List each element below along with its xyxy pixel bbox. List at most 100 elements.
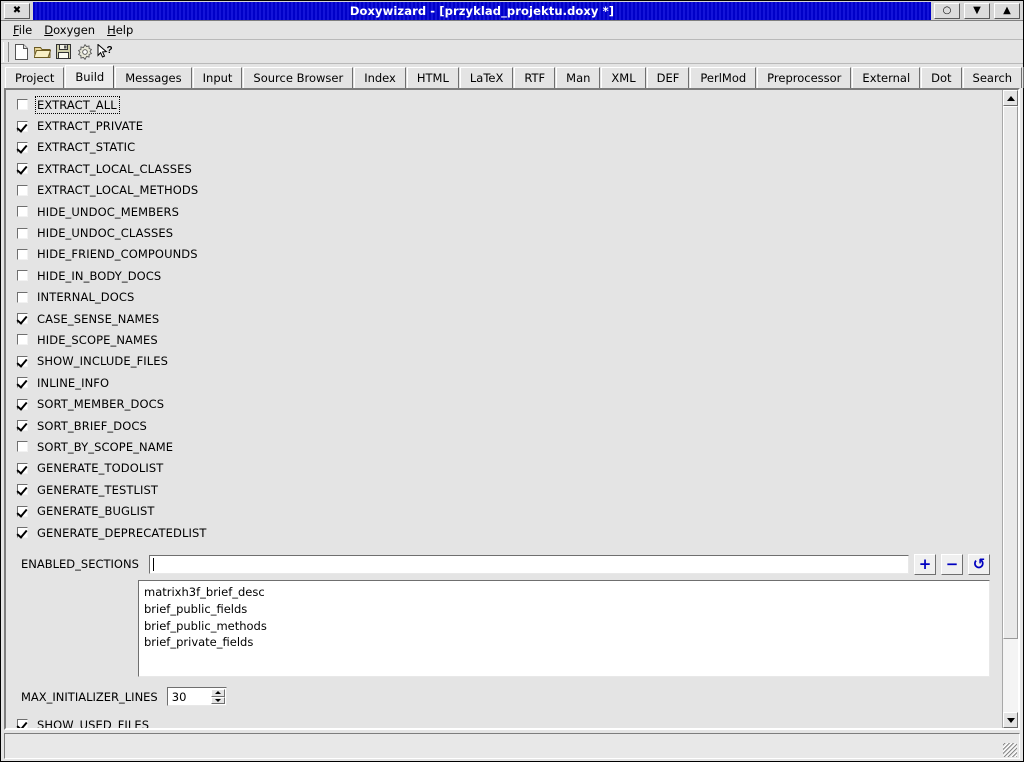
checkbox-show-used-files[interactable] [17, 719, 28, 728]
tab-project[interactable]: Project [5, 67, 65, 88]
list-item[interactable]: brief_public_fields [142, 601, 987, 618]
checkbox-generate-todolist[interactable] [17, 462, 28, 474]
checkbox-row[interactable]: EXTRACT_LOCAL_CLASSES [6, 158, 1002, 179]
checkbox-hide-scope-names[interactable] [17, 334, 28, 346]
vertical-scrollbar[interactable] [1002, 90, 1018, 728]
max-initializer-lines-spinner[interactable]: 30 [166, 687, 227, 707]
window-minimize-button[interactable]: ▼ [964, 2, 990, 19]
tab-rtf[interactable]: RTF [514, 67, 556, 88]
tab-man[interactable]: Man [556, 67, 601, 88]
window-shade-button[interactable]: ○ [934, 2, 960, 19]
tab-input[interactable]: Input [192, 67, 243, 88]
checkbox-sort-member-docs[interactable] [17, 398, 28, 410]
tab-dot[interactable]: Dot [921, 67, 962, 88]
checkbox-row[interactable]: HIDE_IN_BODY_DOCS [6, 265, 1002, 286]
scrollbar-track[interactable] [1003, 106, 1018, 712]
tab-search[interactable]: Search [962, 67, 1023, 88]
checkbox-hide-undoc-classes[interactable] [17, 227, 28, 239]
tab-build[interactable]: Build [65, 65, 115, 88]
tab-bar: Project Build Messages Input Source Brow… [1, 64, 1024, 88]
scroll-up-button[interactable] [1003, 90, 1018, 106]
scroll-down-button[interactable] [1003, 712, 1018, 728]
checkbox-generate-buglist[interactable] [17, 505, 28, 517]
checkbox-hide-friend-compounds[interactable] [17, 248, 28, 260]
checkbox-row[interactable]: EXTRACT_PRIVATE [6, 115, 1002, 136]
tab-messages[interactable]: Messages [115, 67, 192, 88]
checkbox-row[interactable]: GENERATE_BUGLIST [6, 500, 1002, 521]
checkbox-row[interactable]: HIDE_SCOPE_NAMES [6, 329, 1002, 350]
checkbox-hide-undoc-members[interactable] [17, 206, 28, 218]
checkbox-row[interactable]: SHOW_INCLUDE_FILES [6, 351, 1002, 372]
menu-item-file-label: ile [18, 22, 33, 37]
menu-item-help[interactable]: Help [102, 22, 140, 39]
checkbox-row[interactable]: EXTRACT_LOCAL_METHODS [6, 180, 1002, 201]
save-floppy-icon[interactable] [53, 42, 74, 62]
checkbox-show-include-files[interactable] [17, 355, 28, 367]
checkbox-sort-brief-docs[interactable] [17, 420, 28, 432]
checkbox-internal-docs[interactable] [17, 291, 28, 303]
list-item[interactable]: matrixh3f_brief_desc [142, 584, 987, 601]
checkbox-row[interactable]: HIDE_UNDOC_CLASSES [6, 222, 1002, 243]
spinner-decrement-button[interactable] [210, 696, 225, 705]
checkbox-row[interactable]: HIDE_FRIEND_COMPOUNDS [6, 244, 1002, 265]
open-folder-icon[interactable] [32, 42, 53, 62]
tab-html[interactable]: HTML [406, 67, 459, 88]
checkbox-inline-info[interactable] [17, 377, 28, 389]
checkbox-row[interactable]: EXTRACT_STATIC [6, 137, 1002, 158]
checkbox-sort-by-scope-name[interactable] [17, 441, 28, 453]
checkbox-row-show-used-files[interactable]: SHOW_USED_FILES [6, 714, 1002, 728]
checkbox-hide-in-body-docs[interactable] [17, 270, 28, 282]
tab-preprocessor[interactable]: Preprocessor [757, 67, 852, 88]
tab-build-label: Build [75, 70, 105, 84]
checkbox-extract-local-methods[interactable] [17, 184, 28, 196]
add-section-button[interactable]: + [914, 553, 936, 575]
checkbox-case-sense-names[interactable] [17, 313, 28, 325]
checkbox-row[interactable]: CASE_SENSE_NAMES [6, 308, 1002, 329]
menu-item-file[interactable]: File [8, 22, 39, 39]
checkbox-row[interactable]: GENERATE_TODOLIST [6, 458, 1002, 479]
checkbox-row[interactable]: HIDE_UNDOC_MEMBERS [6, 201, 1002, 222]
tab-external[interactable]: External [852, 67, 921, 88]
list-item[interactable]: brief_private_fields [142, 634, 987, 651]
remove-section-button[interactable]: − [941, 553, 963, 575]
enabled-sections-input[interactable] [148, 554, 909, 574]
checkbox-row[interactable]: SORT_BY_SCOPE_NAME [6, 436, 1002, 457]
window-maximize-button[interactable]: ▲ [994, 2, 1020, 19]
scrollbar-thumb[interactable] [1003, 106, 1018, 640]
checkbox-generate-deprecatedlist[interactable] [17, 527, 28, 538]
checkbox-extract-all[interactable] [17, 99, 28, 111]
checkbox-extract-private[interactable] [17, 120, 28, 132]
checkbox-row[interactable]: GENERATE_TESTLIST [6, 479, 1002, 500]
new-file-icon[interactable] [11, 42, 32, 62]
list-item[interactable]: brief_public_methods [142, 618, 987, 635]
checkbox-row[interactable]: GENERATE_DEPRECATEDLIST [6, 522, 1002, 543]
checkbox-row[interactable]: INLINE_INFO [6, 372, 1002, 393]
tab-perlmod[interactable]: PerlMod [690, 67, 757, 88]
gear-icon[interactable] [74, 42, 95, 62]
checkbox-row[interactable]: INTERNAL_DOCS [6, 287, 1002, 308]
checkbox-row[interactable]: SORT_BRIEF_DOCS [6, 415, 1002, 436]
spinner-increment-button[interactable] [210, 689, 225, 697]
checkbox-generate-testlist[interactable] [17, 484, 28, 496]
help-pointer-icon[interactable]: ? [95, 42, 116, 62]
enabled-sections-listbox[interactable]: matrixh3f_brief_desc brief_public_fields b… [138, 580, 990, 678]
tab-source-browser[interactable]: Source Browser [243, 67, 354, 88]
checkbox-extract-static[interactable] [17, 141, 28, 153]
chevron-up-icon [214, 691, 221, 695]
menu-item-doxygen[interactable]: Doxygen [39, 22, 102, 39]
triangle-up-icon [1006, 95, 1015, 101]
checkbox-row[interactable]: EXTRACT_ALL [6, 94, 1002, 115]
tab-xml[interactable]: XML [601, 67, 646, 88]
reset-sections-button[interactable]: ↺ [968, 553, 990, 575]
toolbar-drag-handle[interactable] [3, 41, 9, 62]
tab-latex[interactable]: LaTeX [459, 67, 514, 88]
tab-def[interactable]: DEF [646, 67, 690, 88]
resize-grip[interactable] [1003, 743, 1017, 757]
tab-index[interactable]: Index [354, 67, 406, 88]
checkbox-row[interactable]: SORT_MEMBER_DOCS [6, 393, 1002, 414]
checkbox-extract-local-classes[interactable] [17, 163, 28, 175]
window-close-button[interactable]: ✖ [4, 2, 30, 19]
checkbox-label: GENERATE_DEPRECATEDLIST [37, 525, 207, 540]
title-strip: Doxywizard - [przyklad_projektu.doxy *] [33, 1, 931, 20]
tab-messages-label: Messages [125, 71, 182, 85]
